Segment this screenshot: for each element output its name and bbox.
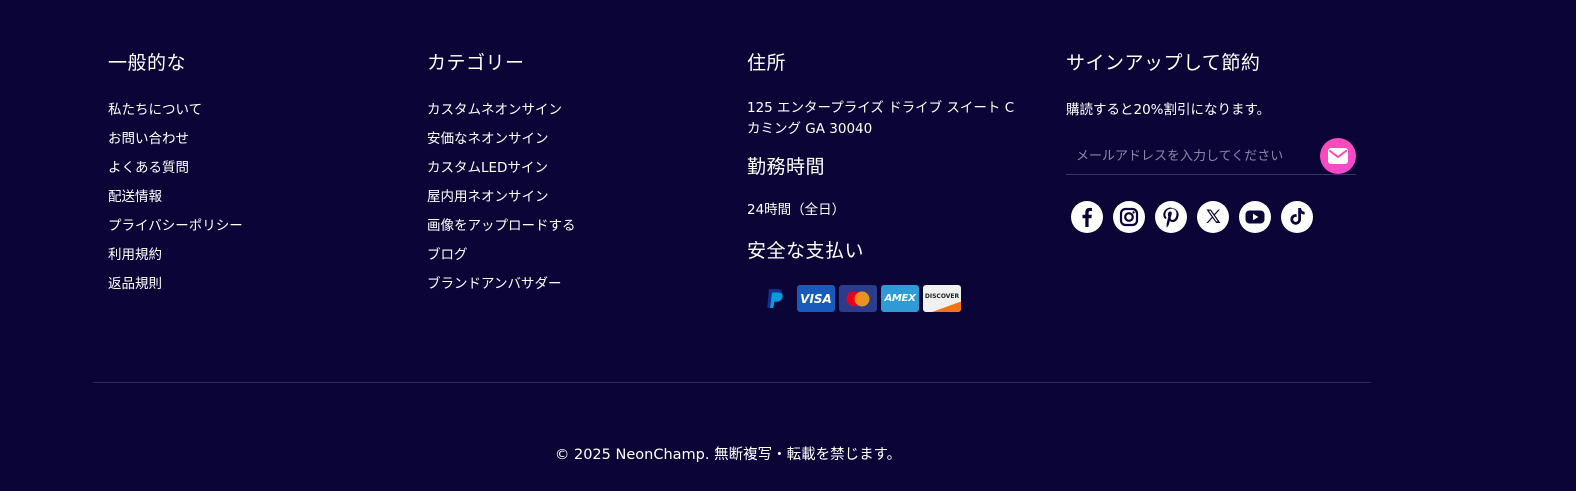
- address-heading: 住所: [747, 52, 787, 74]
- address-text: 125 エンタープライズ ドライブ スイート C カミング GA 30040: [747, 98, 1037, 140]
- tiktok-icon[interactable]: [1281, 201, 1313, 233]
- visa-icon: VISA: [797, 285, 835, 312]
- link-terms[interactable]: 利用規約: [108, 241, 408, 270]
- link-returns[interactable]: 返品規則: [108, 270, 408, 299]
- paypal-icon: [755, 285, 793, 312]
- link-ambassador[interactable]: ブランドアンバサダー: [427, 270, 727, 299]
- link-privacy[interactable]: プライバシーポリシー: [108, 212, 408, 241]
- x-icon[interactable]: [1197, 201, 1229, 233]
- footer-column-categories: カテゴリー カスタムネオンサイン 安価なネオンサイン カスタムLEDサイン 屋内…: [427, 50, 727, 299]
- link-contact[interactable]: お問い合わせ: [108, 125, 408, 154]
- envelope-icon: [1328, 148, 1348, 164]
- youtube-icon[interactable]: [1239, 201, 1271, 233]
- link-indoor-neon[interactable]: 屋内用ネオンサイン: [427, 183, 727, 212]
- signup-heading: サインアップして節約: [1066, 52, 1261, 74]
- copyright-text: © 2025 NeonChamp. 無断複写・転載を禁じます。: [554, 447, 902, 463]
- footer-column-signup: サインアップして節約 購読すると20%割引になります。: [1066, 50, 1366, 233]
- link-blog[interactable]: ブログ: [427, 241, 727, 270]
- pinterest-icon[interactable]: [1155, 201, 1187, 233]
- category-links: カスタムネオンサイン 安価なネオンサイン カスタムLEDサイン 屋内用ネオンサイ…: [427, 96, 727, 299]
- instagram-icon[interactable]: [1113, 201, 1145, 233]
- address-line2: カミング GA 30040: [747, 121, 873, 137]
- footer-column-general: 一般的な 私たちについて お問い合わせ よくある質問 配送情報 プライバシーポリ…: [108, 50, 408, 299]
- hours-text: 24時間（全日）: [747, 202, 846, 218]
- visa-label: VISA: [800, 291, 832, 306]
- amex-icon: AMEX: [881, 285, 919, 312]
- subscribe-button[interactable]: [1320, 138, 1356, 174]
- signup-text: 購読すると20%割引になります。: [1066, 102, 1271, 118]
- general-links: 私たちについて お問い合わせ よくある質問 配送情報 プライバシーポリシー 利用…: [108, 96, 408, 299]
- discover-label: DISCOVER: [924, 293, 960, 300]
- footer-divider: [93, 382, 1371, 383]
- amex-label: AMEX: [884, 293, 916, 304]
- general-heading: 一般的な: [108, 52, 187, 74]
- email-form: [1066, 138, 1356, 175]
- link-custom-neon[interactable]: カスタムネオンサイン: [427, 96, 727, 125]
- categories-heading: カテゴリー: [427, 52, 525, 74]
- facebook-icon[interactable]: [1071, 201, 1103, 233]
- link-shipping[interactable]: 配送情報: [108, 183, 408, 212]
- payment-heading: 安全な支払い: [747, 240, 865, 262]
- link-about[interactable]: 私たちについて: [108, 96, 408, 125]
- payment-methods: VISA AMEX DISCOVER: [747, 285, 1047, 312]
- discover-icon: DISCOVER: [923, 285, 961, 312]
- email-input[interactable]: [1066, 148, 1316, 164]
- link-custom-led[interactable]: カスタムLEDサイン: [427, 154, 727, 183]
- social-links: [1066, 201, 1366, 233]
- mastercard-icon: [839, 285, 877, 312]
- hours-heading: 勤務時間: [747, 156, 826, 178]
- footer-column-address: 住所 125 エンタープライズ ドライブ スイート C カミング GA 3004…: [747, 50, 1047, 312]
- link-faq[interactable]: よくある質問: [108, 154, 408, 183]
- link-upload-image[interactable]: 画像をアップロードする: [427, 212, 727, 241]
- link-cheap-neon[interactable]: 安価なネオンサイン: [427, 125, 727, 154]
- address-line1: 125 エンタープライズ ドライブ スイート C: [747, 100, 1015, 116]
